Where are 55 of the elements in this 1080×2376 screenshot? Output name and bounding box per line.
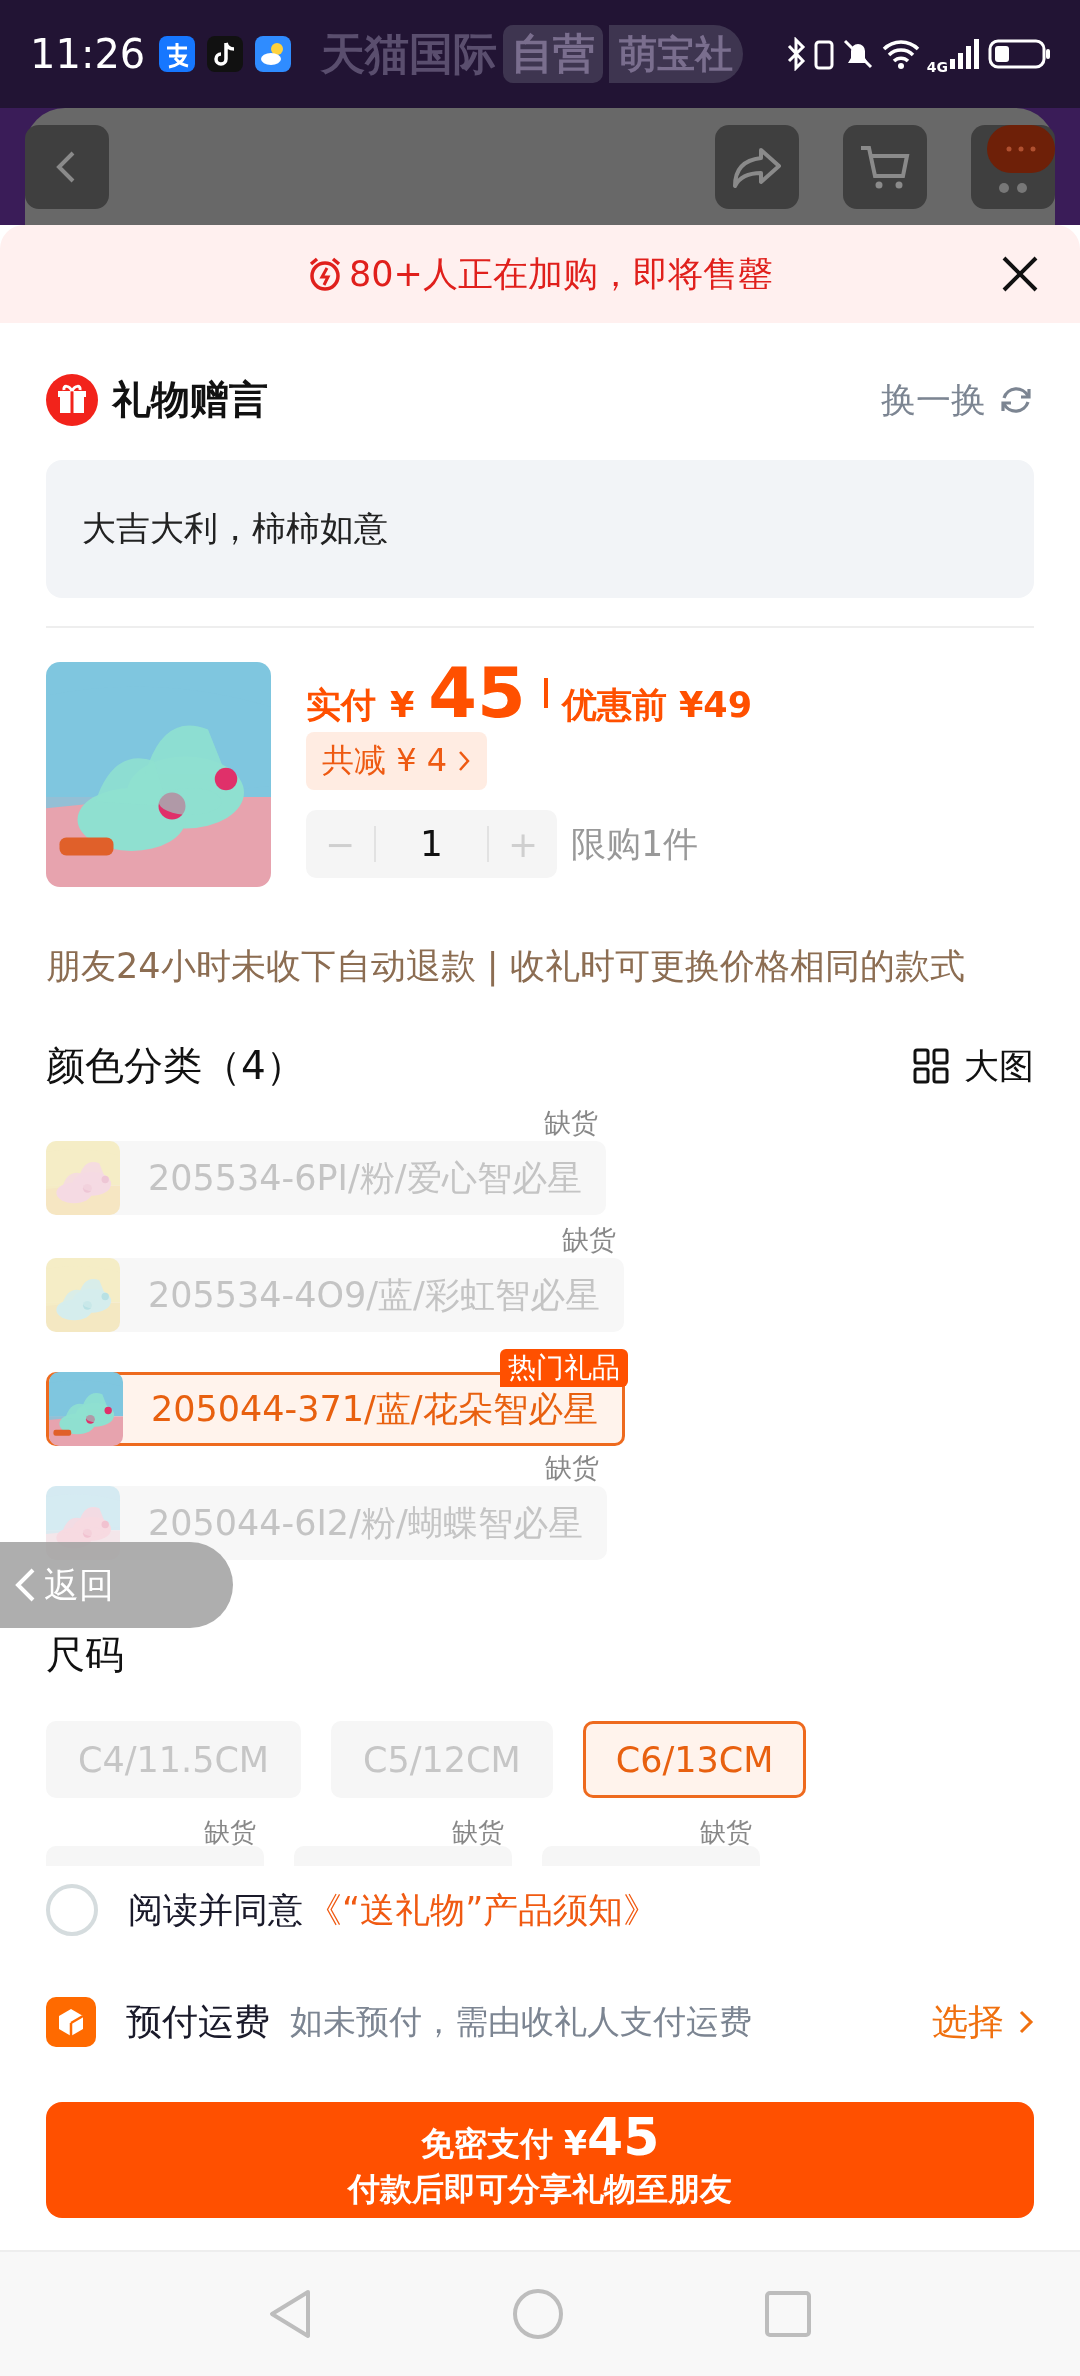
store-subname: 萌宝社 [609, 25, 744, 83]
agreement-text: 阅读并同意 [128, 1888, 303, 1932]
home-button[interactable] [512, 2288, 564, 2340]
back-button[interactable] [25, 124, 109, 209]
size-option[interactable]: C6/13CM [582, 1721, 807, 1798]
large-view-toggle[interactable]: 大图 [912, 1042, 1034, 1090]
home-circle-icon [512, 2288, 564, 2340]
weather-icon [255, 36, 292, 72]
floating-back-button[interactable]: 返回 [0, 1542, 233, 1628]
original-price: 优惠前 ¥49 [561, 684, 753, 727]
share-button[interactable] [715, 124, 799, 209]
section-title: 尺码 [46, 1631, 124, 1679]
nav-back-button[interactable] [268, 2288, 312, 2340]
quantity-value: 1 [374, 826, 489, 862]
price-value: ¥ 45 [390, 652, 526, 734]
section-title: 礼物赠言 [112, 376, 268, 424]
gift-notice: 朋友24小时未收下自动退款 | 收礼时可更换价格相同的款式 [46, 945, 966, 989]
close-button[interactable] [1000, 254, 1040, 294]
signal-icon [948, 37, 982, 71]
payment-app-icon [159, 36, 196, 72]
grid-icon [912, 1047, 950, 1085]
more-button[interactable] [971, 124, 1055, 209]
wifi-icon [880, 37, 921, 71]
chevron-right-icon [457, 749, 472, 773]
purchase-limit: 限购1件 [571, 822, 699, 866]
more-icon [999, 182, 1027, 193]
recents-button[interactable] [764, 2290, 812, 2338]
chevron-right-icon [1018, 2009, 1034, 2035]
select-button[interactable]: 选择 [932, 1997, 1034, 2047]
section-title: 颜色分类（4） [46, 1042, 305, 1090]
shipping-title: 预付运费 [126, 1999, 270, 2044]
agreement-link[interactable]: 《“送礼物”产品须知》 [307, 1886, 659, 1934]
store-tag: 自营 [503, 25, 604, 83]
price-label: 实付 [306, 684, 376, 727]
cart-button[interactable] [843, 124, 927, 209]
gift-icon [46, 374, 98, 426]
chevron-left-icon [14, 1567, 36, 1603]
status-time: 11:26 [30, 31, 146, 77]
gift-message-box: 大吉大利，柿柿如意 [46, 460, 1034, 598]
box-icon [46, 1997, 96, 2047]
agreement-checkbox[interactable] [46, 1884, 98, 1936]
pay-button[interactable]: 免密支付 ¥45 付款后即可分享礼物至朋友 [46, 2102, 1034, 2218]
discount-chip[interactable]: 共减 ¥ 4 [306, 732, 488, 790]
shipping-hint: 如未预付，需由收礼人支付运费 [290, 2000, 752, 2043]
network-type: 4G [926, 59, 948, 75]
alert-text: 80+人正在加购，即将售罄 [349, 252, 773, 296]
hot-badge: 热门礼品 [499, 1349, 628, 1387]
store-name: 天猫国际 [321, 26, 498, 81]
battery-icon [988, 37, 1052, 71]
back-triangle-icon [268, 2288, 312, 2340]
square-icon [764, 2290, 812, 2338]
refresh-button[interactable]: 换一换 [881, 376, 1034, 424]
close-icon [1000, 254, 1040, 294]
music-note-icon [207, 36, 244, 72]
dots-badge-icon [987, 124, 1055, 173]
